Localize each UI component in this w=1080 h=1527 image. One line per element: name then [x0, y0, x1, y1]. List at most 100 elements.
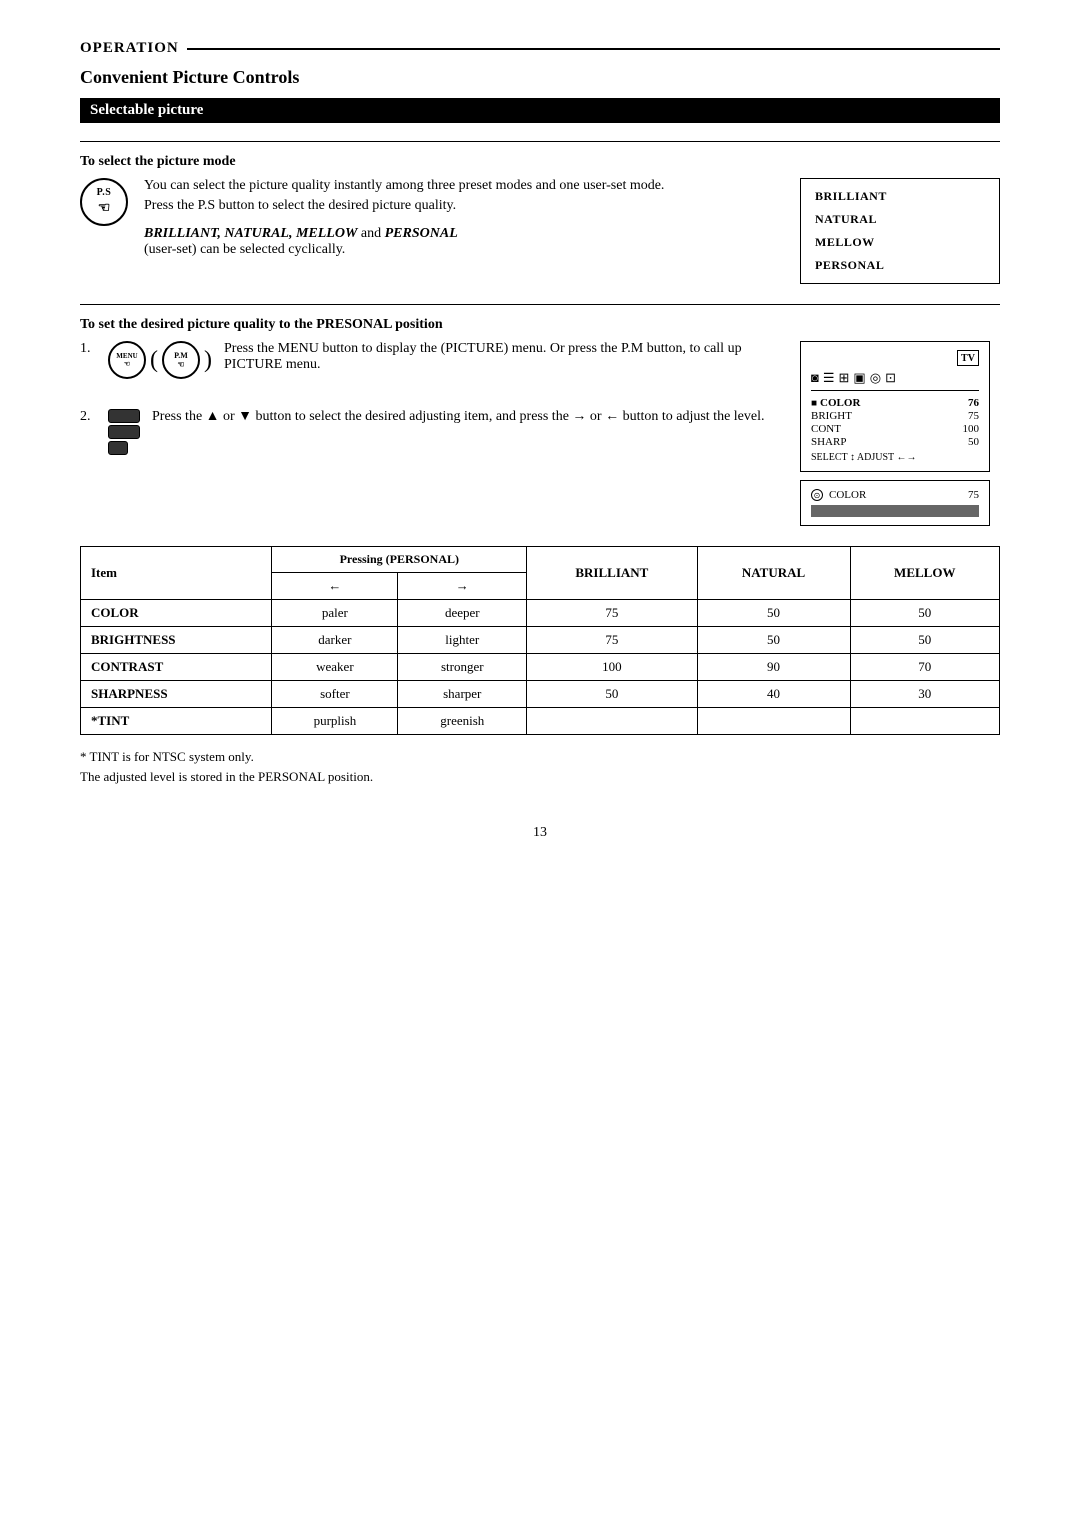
td-color-mellow: 50 — [850, 600, 999, 627]
td-tint-right: greenish — [398, 708, 527, 735]
tv-select-hint: SELECT ↕ ADJUST ←→ — [811, 452, 979, 463]
mode-mellow: MELLOW — [815, 235, 985, 250]
presonal-heading: To set the desired picture quality to th… — [80, 317, 1000, 333]
pm-label: P.M — [174, 351, 188, 360]
presonal-right: TV ◙ ☰ ⊞ ▣ ◎ ⊡ ■ COLOR 76 BRIGHT 75 CONT… — [800, 341, 1000, 526]
close-paren: ) — [204, 348, 212, 372]
pm-hand: ☜ — [177, 360, 184, 369]
td-brightness-brilliant: 75 — [527, 627, 697, 654]
menu-hand: ☜ — [124, 360, 130, 368]
tv-icon-5: ◎ — [870, 370, 881, 386]
table-body: COLOR paler deeper 75 50 50 BRIGHTNESS d… — [81, 600, 1000, 735]
footnote-2: The adjusted level is stored in the PERS… — [80, 769, 1000, 785]
th-right-arrow: → — [398, 573, 527, 600]
presonal-left: 1. MENU ☜ ( P.M ☜ ) Press the MENU butto… — [80, 341, 770, 526]
td-brightness-right: lighter — [398, 627, 527, 654]
picture-table: Item Pressing (PERSONAL) BRILLIANT NATUR… — [80, 546, 1000, 735]
mode-natural: NATURAL — [815, 212, 985, 227]
operation-title: OPERATION — [80, 40, 179, 57]
tv-icon-box: TV — [957, 350, 979, 366]
tv-menu-color-value: 76 — [968, 397, 979, 409]
tv-menu-cont-label: CONT — [811, 423, 841, 435]
section-title: Convenient Picture Controls — [80, 67, 1000, 88]
td-item-sharpness: SHARPNESS — [81, 681, 272, 708]
table-row: *TINT purplish greenish — [81, 708, 1000, 735]
th-pressing: Pressing (PERSONAL) — [272, 547, 527, 573]
td-color-natural: 50 — [697, 600, 850, 627]
modes-sub: (user-set) can be selected cyclically. — [144, 242, 664, 258]
select-mode-right: BRILLIANT NATURAL MELLOW PERSONAL — [800, 178, 1000, 284]
td-sharpness-left: softer — [272, 681, 398, 708]
ps-button-icon: P.S ☜ — [80, 178, 128, 226]
td-contrast-mellow: 70 — [850, 654, 999, 681]
step2-text: Press the ▲ or ▼ button to select the de… — [152, 409, 770, 425]
select-desc-2: Press the P.S button to select the desir… — [144, 198, 664, 214]
mode-personal: PERSONAL — [815, 258, 985, 273]
color-bar — [811, 505, 979, 517]
td-item-contrast: CONTRAST — [81, 654, 272, 681]
tv-icon-3: ⊞ — [839, 370, 850, 386]
td-item-tint: *TINT — [81, 708, 272, 735]
tv-menu-cont: CONT 100 — [811, 423, 979, 435]
th-brilliant: BRILLIANT — [527, 547, 697, 600]
td-item-brightness: BRIGHTNESS — [81, 627, 272, 654]
tv-menu-color: ■ COLOR 76 — [811, 397, 979, 409]
tv-menu-cont-value: 100 — [963, 423, 980, 435]
tv-icon-1: ◙ — [811, 370, 819, 386]
tv-menu-bright-value: 75 — [968, 410, 979, 422]
color-bar-label-text: COLOR — [829, 489, 866, 501]
tv-menu-color-label: ■ COLOR — [811, 397, 860, 409]
table-header-row-1: Item Pressing (PERSONAL) BRILLIANT NATUR… — [81, 547, 1000, 573]
table-row: BRIGHTNESS darker lighter 75 50 50 — [81, 627, 1000, 654]
step2-number: 2. — [80, 409, 96, 425]
td-color-left: paler — [272, 600, 398, 627]
table-row: CONTRAST weaker stronger 100 90 70 — [81, 654, 1000, 681]
tv-menu-bright: BRIGHT 75 — [811, 410, 979, 422]
td-tint-mellow — [850, 708, 999, 735]
color-bar-screen: ⊙ COLOR 75 — [800, 480, 990, 526]
tv-menu-sharp-label: SHARP — [811, 436, 846, 448]
step1-text: Press the MENU button to display the (PI… — [224, 341, 770, 373]
operation-line — [187, 48, 1000, 50]
table-row: SHARPNESS softer sharper 50 40 30 — [81, 681, 1000, 708]
remote-btn-1 — [108, 409, 140, 423]
select-mode-heading: To select the picture mode — [80, 154, 1000, 170]
td-contrast-natural: 90 — [697, 654, 850, 681]
operation-header: OPERATION — [80, 40, 1000, 57]
table-row: COLOR paler deeper 75 50 50 — [81, 600, 1000, 627]
th-natural: NATURAL — [697, 547, 850, 600]
menu-button-icon: MENU ☜ — [108, 341, 146, 379]
td-sharpness-mellow: 30 — [850, 681, 999, 708]
td-contrast-brilliant: 100 — [527, 654, 697, 681]
menu-label: MENU — [116, 352, 137, 360]
modes-text: BRILLIANT, NATURAL, MELLOW and PERSONAL — [144, 226, 664, 242]
color-circle-icon: ⊙ — [811, 489, 823, 501]
pm-button-icon: P.M ☜ — [162, 341, 200, 379]
select-mode-left: P.S ☜ You can select the picture quality… — [80, 178, 770, 284]
tv-icon-6: ⊡ — [885, 370, 896, 386]
tv-menu-sharp-value: 50 — [968, 436, 979, 448]
td-color-right: deeper — [398, 600, 527, 627]
td-item-color: COLOR — [81, 600, 272, 627]
td-sharpness-natural: 40 — [697, 681, 850, 708]
td-tint-left: purplish — [272, 708, 398, 735]
td-tint-brilliant — [527, 708, 697, 735]
modes-italic: BRILLIANT, NATURAL, MELLOW — [144, 226, 357, 241]
remote-btn-2 — [108, 425, 140, 439]
td-sharpness-brilliant: 50 — [527, 681, 697, 708]
tv-icon-2: ☰ — [823, 370, 835, 386]
picture-mode-box: BRILLIANT NATURAL MELLOW PERSONAL — [800, 178, 1000, 284]
subsection-bar: Selectable picture — [80, 98, 1000, 123]
modes-and: and — [361, 226, 385, 241]
td-sharpness-right: sharper — [398, 681, 527, 708]
tv-icons-row: ◙ ☰ ⊞ ▣ ◎ ⊡ — [811, 370, 979, 391]
divider-1 — [80, 141, 1000, 142]
th-item: Item — [81, 547, 272, 600]
tv-icon-4: ▣ — [853, 370, 865, 386]
step1-row: 1. MENU ☜ ( P.M ☜ ) Press the MENU butto… — [80, 341, 770, 379]
td-tint-natural — [697, 708, 850, 735]
divider-2 — [80, 304, 1000, 305]
ps-label: P.S — [97, 187, 112, 198]
th-left-arrow: ← — [272, 573, 398, 600]
presonal-section: 1. MENU ☜ ( P.M ☜ ) Press the MENU butto… — [80, 341, 1000, 526]
